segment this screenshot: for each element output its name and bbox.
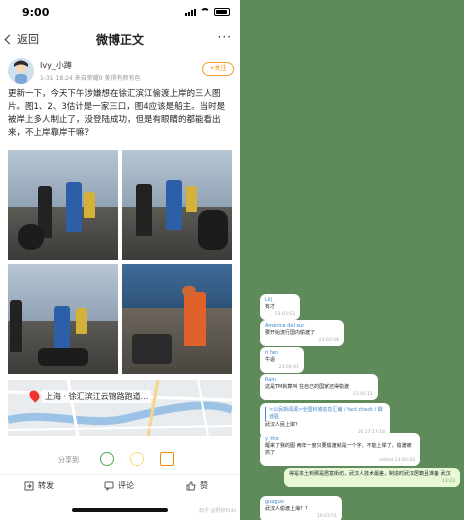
location-label: 上海 · 徐汇滨江云锦路跑道... xyxy=(42,390,152,403)
chat-message[interactable]: Lilj 有才 23:03:53 xyxy=(260,294,300,320)
status-icons xyxy=(185,8,230,16)
message-text: 牛逼 xyxy=(265,357,276,363)
message-quote: <公民新闻源>全国封城信息汇编 / fact check / 辟谣驱 xyxy=(265,407,385,421)
wechat-icon[interactable] xyxy=(100,452,114,466)
message-sender: y_tho xyxy=(265,436,279,442)
share-label: 分享到 xyxy=(58,456,79,464)
wifi-icon xyxy=(200,8,210,16)
comment-label: 评论 xyxy=(118,481,134,490)
message-text: 要开始流行国内偷渡了 xyxy=(265,330,316,336)
message-sender: América del sur xyxy=(265,323,305,329)
author-name[interactable]: Ivy_小蹲 xyxy=(40,60,72,71)
post-meta: 1-31 18:24 来自荣耀9 美得有颜有色 xyxy=(40,75,141,82)
chat-message-outgoing[interactable]: 得是本土到那是居富街坊，武汉人技术最差，制造时武汉居籍且准备 武汉 13:23 xyxy=(284,468,460,487)
message-sender: guoguo xyxy=(265,499,284,505)
chat-message[interactable]: ri fan 牛逼 23:04:01 xyxy=(260,347,304,373)
chat-panel: Lilj 有才 23:03:53 América del sur 要开始流行国内… xyxy=(240,0,464,520)
message-time: 19:03:51 xyxy=(316,514,337,519)
battery-icon xyxy=(214,8,230,16)
message-sender: ri fan xyxy=(265,350,279,356)
message-text: 得是本土到那是居富街坊，武汉人技术最差，制造时武汉居籍且准备 武汉 xyxy=(289,471,451,477)
divider xyxy=(0,474,240,475)
chat-message[interactable]: Rain 这是TM就算叫 在自己的国家还得偷渡 23:05:11 xyxy=(260,374,378,400)
message-sender: Lilj xyxy=(265,297,272,303)
weibo-phone-screen: 9:00 返回 微博正文 ··· Ivy_小蹲 1-31 18:24 来自荣耀9… xyxy=(0,0,240,520)
repost-icon xyxy=(24,481,34,490)
comment-button[interactable]: 评论 xyxy=(104,480,134,491)
message-text: 这是TM就算叫 在自己的国家还得偷渡 xyxy=(265,384,349,390)
repost-label: 转发 xyxy=(38,481,54,490)
message-text: 醒来了我的图 两年一度只要偷渡就是一个字，不能上岸了，偷渡被抓了 xyxy=(265,443,412,456)
more-icon[interactable]: ··· xyxy=(218,31,232,43)
repost-button[interactable]: 转发 xyxy=(24,480,54,491)
author-header: Ivy_小蹲 1-31 18:24 来自荣耀9 美得有颜有色 +关注 xyxy=(8,58,234,86)
post-photo-4[interactable] xyxy=(122,264,232,374)
chat-message[interactable]: y_tho 醒来了我的图 两年一度只要偷渡就是一个字，不能上岸了，偷渡被抓了 e… xyxy=(260,433,420,466)
save-image-icon[interactable] xyxy=(160,452,174,466)
message-text: 武汉人民上岸？ xyxy=(265,422,301,428)
message-time: 23:03:53 xyxy=(274,312,295,317)
nav-bar: 返回 微博正文 ··· xyxy=(0,28,240,50)
like-label: 赞 xyxy=(200,481,208,490)
location-map[interactable]: 上海 · 徐汇滨江云锦路跑道... xyxy=(8,380,232,436)
share-row: 分享到 xyxy=(8,452,232,470)
status-time: 9:00 xyxy=(22,6,50,19)
message-text: 有才 xyxy=(265,304,276,310)
post-photo-2[interactable] xyxy=(122,150,232,260)
message-text: 武汉人偷渡上海？？ xyxy=(265,506,311,512)
message-time: 23:04:01 xyxy=(278,365,299,370)
status-bar: 9:00 xyxy=(0,0,240,26)
moments-icon[interactable] xyxy=(130,452,144,466)
post-text: 更新一下，今天下午涉嫌想在徐汇滨江偷渡上岸的三人图片。图1、2、3估计是一家三口… xyxy=(8,89,226,138)
home-indicator xyxy=(72,508,168,512)
message-time: 23:03:58 xyxy=(318,338,339,343)
message-time: 23:05:11 xyxy=(352,392,373,397)
watermark: 知乎 @野狗Kids xyxy=(198,508,236,514)
avatar[interactable] xyxy=(8,58,34,84)
chat-message[interactable]: guoguo 武汉人偷渡上海？？ 19:03:51 xyxy=(260,496,342,520)
chat-message[interactable]: América del sur 要开始流行国内偷渡了 23:03:58 xyxy=(260,320,344,346)
message-sender: Rain xyxy=(265,377,276,383)
message-time: 13:23 xyxy=(442,479,455,484)
comment-icon xyxy=(104,481,114,491)
post-photo-1[interactable] xyxy=(8,150,118,260)
like-button[interactable]: 赞 xyxy=(186,480,208,491)
bottom-action-bar: 转发 评论 赞 xyxy=(0,476,240,498)
follow-button[interactable]: +关注 xyxy=(202,62,234,76)
page-title: 微博正文 xyxy=(95,33,144,47)
message-time: edited 23:03:03 xyxy=(379,458,415,463)
post-photo-3[interactable] xyxy=(8,264,118,374)
signal-icon xyxy=(185,8,196,16)
like-icon xyxy=(186,480,196,490)
